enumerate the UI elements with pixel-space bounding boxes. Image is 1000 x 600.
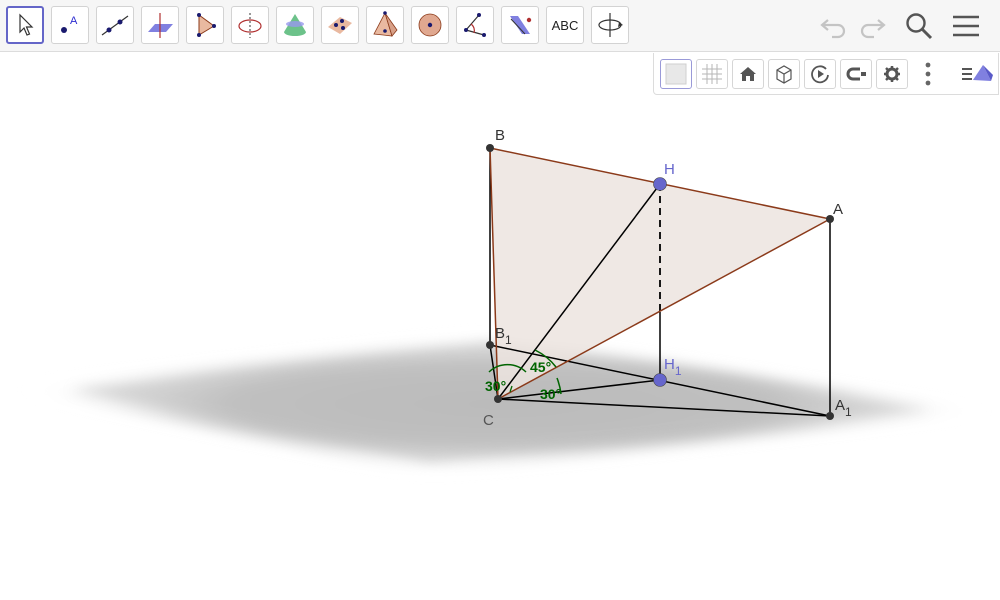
point-a1[interactable] [826, 412, 834, 420]
cube-icon [776, 65, 792, 84]
angle-label-middle[interactable]: 45° [530, 359, 551, 375]
point-tool-icon: A [61, 15, 78, 33]
plane-through-points-tool-button[interactable] [321, 6, 359, 44]
rotate-play-icon [811, 65, 829, 84]
graphics-style-bar [653, 53, 999, 95]
angle-tool-icon [464, 13, 486, 37]
circle-axis-tool-button[interactable] [231, 6, 269, 44]
axes-icon [665, 63, 687, 85]
axes-toggle-button[interactable] [660, 59, 692, 89]
pyramid-tool-icon [373, 11, 398, 37]
text-tool-icon: ABC [551, 17, 579, 33]
polygon-tool-button[interactable] [186, 6, 224, 44]
view-direction-button[interactable] [768, 59, 800, 89]
settings-button[interactable] [876, 59, 908, 89]
grid-icon [702, 64, 722, 84]
cone-tool-icon [284, 14, 306, 36]
point-b1[interactable] [486, 341, 494, 349]
label-h[interactable]: H [664, 161, 675, 178]
plane-through-points-tool-icon [328, 17, 352, 34]
perpendicular-line-tool-icon [148, 13, 173, 38]
point-tool-letter: A [70, 15, 78, 27]
move-tool-button[interactable] [6, 6, 44, 44]
line-tool-button[interactable] [96, 6, 134, 44]
cone-tool-button[interactable] [276, 6, 314, 44]
point-b[interactable] [486, 144, 494, 152]
circle-axis-tool-icon [238, 13, 262, 38]
reflect-tool-icon [510, 16, 532, 35]
standard-view-button[interactable] [732, 59, 764, 89]
text-tool-button[interactable]: ABC [546, 6, 584, 44]
point-c[interactable] [494, 395, 502, 403]
move-tool-icon [19, 13, 34, 36]
label-b[interactable]: B [495, 127, 505, 144]
clipping-icon [846, 67, 866, 81]
angle-label-right[interactable]: 30° [540, 386, 561, 402]
point-h[interactable] [653, 177, 667, 191]
point-h1[interactable] [653, 373, 667, 387]
rotate-view-tool-icon [598, 13, 623, 37]
graphics-view-menu-icon[interactable] [958, 61, 994, 87]
search-icon[interactable] [903, 10, 935, 42]
clipping-button[interactable] [840, 59, 872, 89]
hamburger-menu-icon[interactable] [950, 10, 982, 42]
reflect-tool-button[interactable] [501, 6, 539, 44]
sphere-tool-icon [418, 13, 442, 37]
label-a[interactable]: A [833, 201, 843, 218]
angle-label-left[interactable]: 30° [485, 378, 506, 394]
point-tool-button[interactable]: A [51, 6, 89, 44]
label-c[interactable]: C [483, 412, 494, 429]
sphere-tool-button[interactable] [411, 6, 449, 44]
pyramid-tool-button[interactable] [366, 6, 404, 44]
home-icon [740, 67, 756, 81]
angle-tool-button[interactable] [456, 6, 494, 44]
grid-toggle-button[interactable] [696, 59, 728, 89]
perpendicular-line-tool-button[interactable] [141, 6, 179, 44]
main-toolbar: A ABC [0, 0, 1000, 52]
polygon-tool-icon [197, 13, 216, 37]
more-options-icon[interactable] [920, 61, 936, 87]
gear-icon [884, 66, 900, 82]
rotate-view-tool-button[interactable] [591, 6, 629, 44]
undo-icon[interactable] [818, 10, 850, 42]
rotate-view-button[interactable] [804, 59, 836, 89]
line-tool-icon [101, 15, 129, 36]
redo-icon[interactable] [856, 10, 888, 42]
